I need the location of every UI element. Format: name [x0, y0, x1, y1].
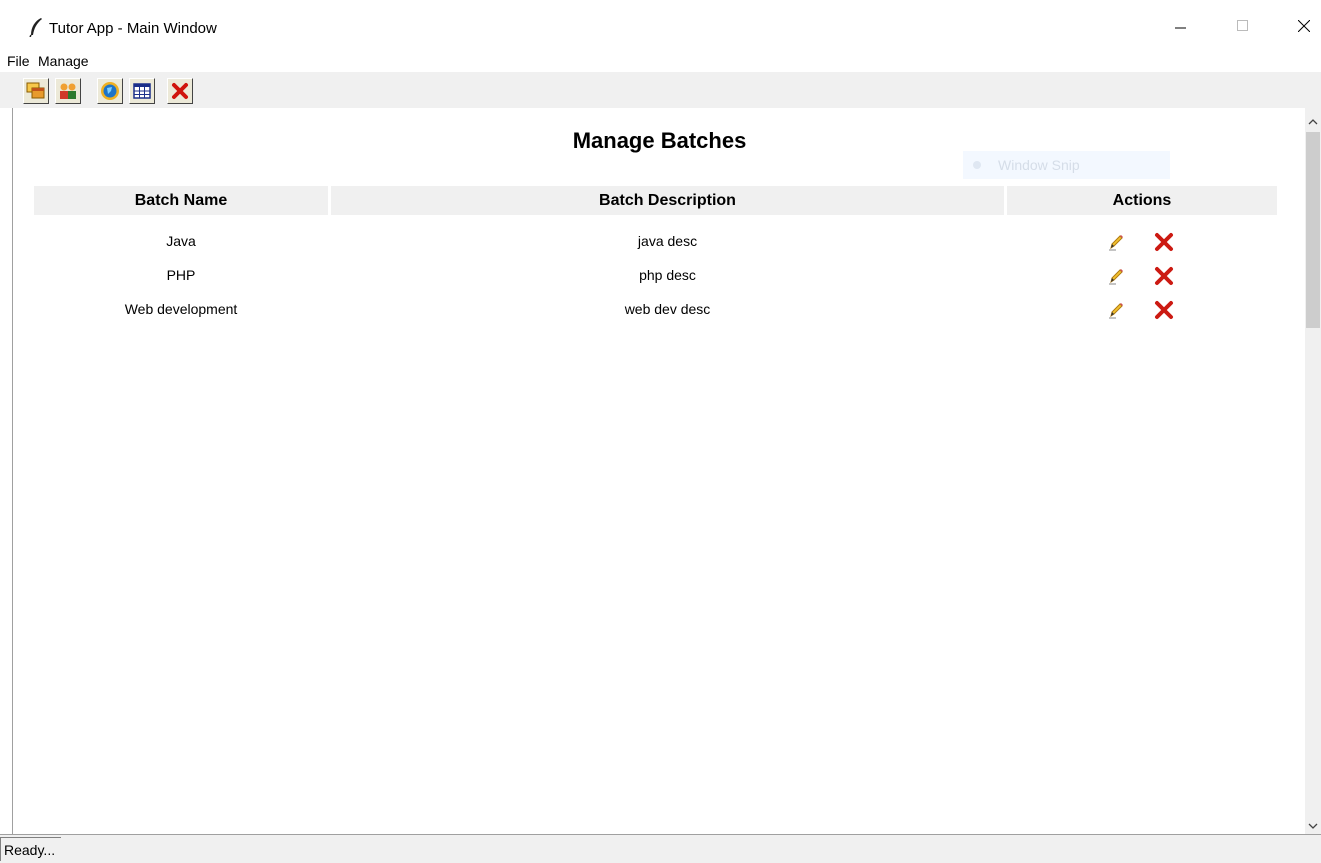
toolbar	[0, 72, 1321, 108]
toolbar-globe-button[interactable]	[97, 78, 123, 104]
batch-description-cell: java desc	[637, 233, 698, 249]
minimize-button[interactable]	[1158, 12, 1204, 44]
toolbar-exit-button[interactable]	[167, 78, 193, 104]
minimize-icon	[1175, 27, 1186, 29]
edit-pencil-icon[interactable]	[1106, 232, 1126, 252]
main-content: Manage Batches Window Snip Batch Name Ba…	[12, 108, 1306, 834]
close-red-x-icon	[172, 83, 188, 99]
window-snip-overlay: Window Snip	[963, 151, 1170, 179]
toolbar-table-button[interactable]	[129, 78, 155, 104]
window-snip-label: Window Snip	[998, 157, 1080, 173]
close-icon	[1297, 19, 1311, 33]
edit-pencil-icon[interactable]	[1106, 300, 1126, 320]
title-bar: Tutor App - Main Window	[0, 0, 1321, 52]
table-icon	[133, 83, 151, 99]
column-header-actions: Actions	[1007, 186, 1277, 215]
copy-windows-icon	[26, 82, 45, 99]
batch-description-cell: php desc	[639, 267, 696, 283]
table-row: Java java desc	[13, 224, 1306, 258]
delete-x-icon[interactable]	[1154, 300, 1174, 320]
batch-name-cell: Java	[166, 233, 196, 249]
window-title: Tutor App - Main Window	[49, 20, 217, 37]
column-header-batch-name: Batch Name	[34, 186, 328, 215]
users-icon	[60, 83, 76, 99]
close-button[interactable]	[1281, 12, 1321, 44]
maximize-icon	[1237, 20, 1248, 31]
maximize-button[interactable]	[1220, 12, 1266, 44]
scrollbar-thumb[interactable]	[1306, 132, 1320, 328]
status-text: Ready...	[0, 837, 62, 861]
table-row: PHP php desc	[13, 258, 1306, 292]
snip-dot-icon	[973, 161, 981, 169]
scroll-down-icon[interactable]	[1308, 818, 1318, 829]
toolbar-users-button[interactable]	[55, 78, 81, 104]
delete-x-icon[interactable]	[1154, 266, 1174, 286]
table-row: Web development web dev desc	[13, 292, 1306, 326]
batch-name-cell: PHP	[166, 267, 196, 283]
menu-bar: File Manage	[0, 52, 1321, 72]
batch-description-cell: web dev desc	[624, 301, 711, 317]
scroll-up-icon[interactable]	[1308, 114, 1318, 125]
menu-file[interactable]: File	[7, 53, 30, 69]
toolbar-windows-button[interactable]	[23, 78, 49, 104]
column-header-batch-description: Batch Description	[331, 186, 1004, 215]
menu-manage[interactable]: Manage	[38, 53, 89, 69]
vertical-scrollbar[interactable]	[1305, 108, 1321, 834]
delete-x-icon[interactable]	[1154, 232, 1174, 252]
status-bar: Ready...	[0, 834, 1321, 863]
feather-icon	[28, 17, 44, 38]
batch-name-cell: Web development	[124, 301, 238, 317]
edit-pencil-icon[interactable]	[1106, 266, 1126, 286]
globe-icon	[101, 82, 119, 100]
